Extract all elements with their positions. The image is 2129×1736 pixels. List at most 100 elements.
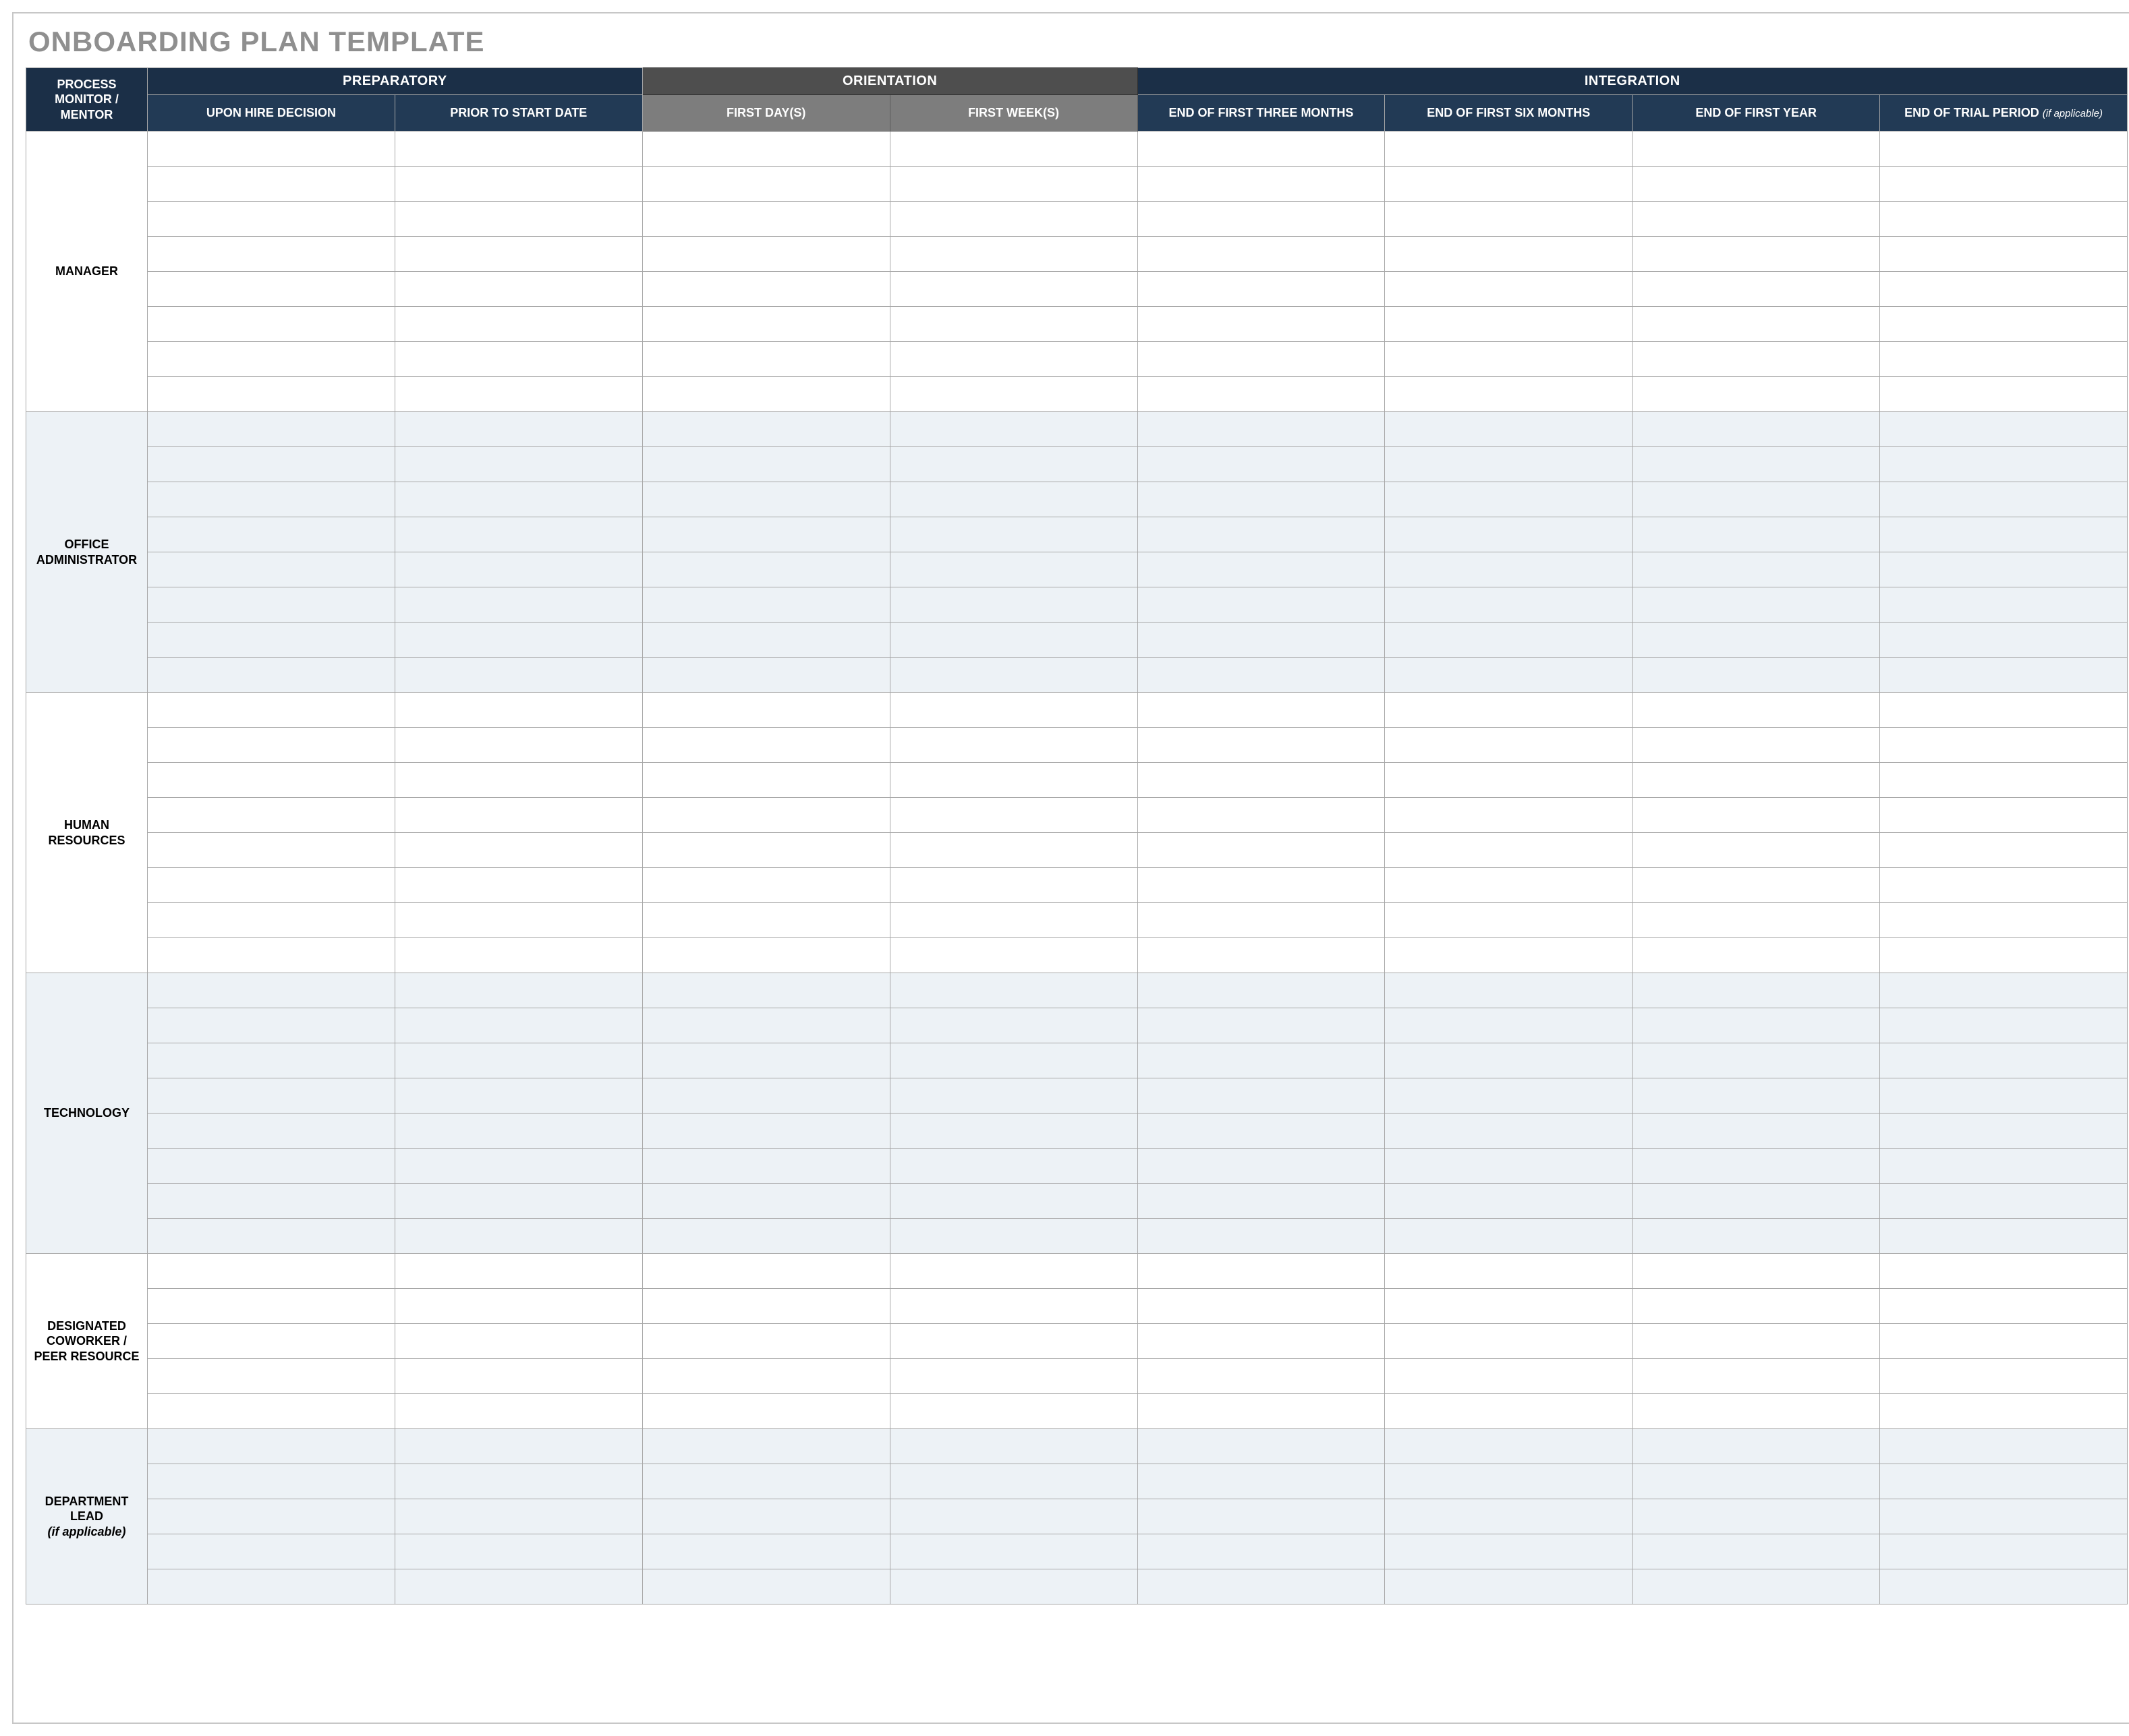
cell-upon_hire[interactable] <box>148 1254 395 1289</box>
cell-first_weeks[interactable] <box>890 447 1137 482</box>
cell-prior_start[interactable] <box>395 1184 642 1219</box>
cell-end_trial[interactable] <box>1880 307 2128 342</box>
cell-end_6m[interactable] <box>1385 1359 1633 1394</box>
cell-upon_hire[interactable] <box>148 1394 395 1429</box>
cell-first_weeks[interactable] <box>890 1219 1137 1254</box>
cell-first_days[interactable] <box>642 868 890 903</box>
cell-upon_hire[interactable] <box>148 1569 395 1604</box>
cell-prior_start[interactable] <box>395 1534 642 1569</box>
cell-end_1y[interactable] <box>1633 307 1880 342</box>
cell-end_6m[interactable] <box>1385 167 1633 202</box>
cell-first_days[interactable] <box>642 798 890 833</box>
cell-end_6m[interactable] <box>1385 377 1633 412</box>
cell-prior_start[interactable] <box>395 728 642 763</box>
cell-end_1y[interactable] <box>1633 1113 1880 1149</box>
cell-first_days[interactable] <box>642 938 890 973</box>
cell-end_3m[interactable] <box>1137 202 1385 237</box>
cell-end_1y[interactable] <box>1633 202 1880 237</box>
cell-first_days[interactable] <box>642 307 890 342</box>
cell-prior_start[interactable] <box>395 342 642 377</box>
cell-end_1y[interactable] <box>1633 1499 1880 1534</box>
cell-end_trial[interactable] <box>1880 868 2128 903</box>
cell-end_trial[interactable] <box>1880 272 2128 307</box>
cell-end_3m[interactable] <box>1137 1534 1385 1569</box>
cell-end_3m[interactable] <box>1137 1464 1385 1499</box>
cell-end_1y[interactable] <box>1633 1149 1880 1184</box>
cell-upon_hire[interactable] <box>148 447 395 482</box>
cell-end_3m[interactable] <box>1137 1149 1385 1184</box>
cell-end_trial[interactable] <box>1880 1359 2128 1394</box>
cell-first_weeks[interactable] <box>890 693 1137 728</box>
cell-end_6m[interactable] <box>1385 482 1633 517</box>
cell-first_days[interactable] <box>642 1184 890 1219</box>
cell-first_days[interactable] <box>642 973 890 1008</box>
cell-end_3m[interactable] <box>1137 1078 1385 1113</box>
cell-end_3m[interactable] <box>1137 1219 1385 1254</box>
cell-end_1y[interactable] <box>1633 1289 1880 1324</box>
cell-first_weeks[interactable] <box>890 377 1137 412</box>
cell-end_3m[interactable] <box>1137 1394 1385 1429</box>
cell-end_1y[interactable] <box>1633 833 1880 868</box>
cell-first_weeks[interactable] <box>890 903 1137 938</box>
cell-first_days[interactable] <box>642 342 890 377</box>
cell-prior_start[interactable] <box>395 377 642 412</box>
cell-first_weeks[interactable] <box>890 587 1137 623</box>
cell-end_6m[interactable] <box>1385 1078 1633 1113</box>
cell-upon_hire[interactable] <box>148 938 395 973</box>
cell-end_trial[interactable] <box>1880 1289 2128 1324</box>
cell-first_weeks[interactable] <box>890 1008 1137 1043</box>
cell-end_1y[interactable] <box>1633 868 1880 903</box>
cell-upon_hire[interactable] <box>148 868 395 903</box>
cell-upon_hire[interactable] <box>148 623 395 658</box>
cell-end_6m[interactable] <box>1385 237 1633 272</box>
cell-first_weeks[interactable] <box>890 658 1137 693</box>
cell-upon_hire[interactable] <box>148 237 395 272</box>
cell-end_trial[interactable] <box>1880 482 2128 517</box>
cell-end_1y[interactable] <box>1633 587 1880 623</box>
cell-prior_start[interactable] <box>395 482 642 517</box>
cell-upon_hire[interactable] <box>148 132 395 167</box>
cell-end_trial[interactable] <box>1880 377 2128 412</box>
cell-end_6m[interactable] <box>1385 1534 1633 1569</box>
cell-end_1y[interactable] <box>1633 237 1880 272</box>
cell-prior_start[interactable] <box>395 1149 642 1184</box>
cell-end_6m[interactable] <box>1385 623 1633 658</box>
cell-end_1y[interactable] <box>1633 377 1880 412</box>
cell-first_days[interactable] <box>642 1289 890 1324</box>
cell-end_3m[interactable] <box>1137 132 1385 167</box>
cell-first_weeks[interactable] <box>890 517 1137 552</box>
cell-end_3m[interactable] <box>1137 623 1385 658</box>
cell-prior_start[interactable] <box>395 798 642 833</box>
cell-upon_hire[interactable] <box>148 482 395 517</box>
cell-first_days[interactable] <box>642 587 890 623</box>
cell-first_weeks[interactable] <box>890 1569 1137 1604</box>
cell-first_days[interactable] <box>642 552 890 587</box>
cell-upon_hire[interactable] <box>148 763 395 798</box>
cell-prior_start[interactable] <box>395 1043 642 1078</box>
cell-end_6m[interactable] <box>1385 938 1633 973</box>
cell-end_trial[interactable] <box>1880 623 2128 658</box>
cell-upon_hire[interactable] <box>148 693 395 728</box>
cell-end_6m[interactable] <box>1385 272 1633 307</box>
cell-first_weeks[interactable] <box>890 798 1137 833</box>
cell-end_6m[interactable] <box>1385 1569 1633 1604</box>
cell-first_weeks[interactable] <box>890 1324 1137 1359</box>
cell-prior_start[interactable] <box>395 1569 642 1604</box>
cell-end_trial[interactable] <box>1880 1008 2128 1043</box>
cell-end_6m[interactable] <box>1385 798 1633 833</box>
cell-first_weeks[interactable] <box>890 1464 1137 1499</box>
cell-first_weeks[interactable] <box>890 167 1137 202</box>
cell-end_3m[interactable] <box>1137 1184 1385 1219</box>
cell-prior_start[interactable] <box>395 1254 642 1289</box>
cell-upon_hire[interactable] <box>148 1043 395 1078</box>
cell-first_weeks[interactable] <box>890 763 1137 798</box>
cell-end_1y[interactable] <box>1633 1219 1880 1254</box>
cell-end_3m[interactable] <box>1137 167 1385 202</box>
cell-end_3m[interactable] <box>1137 1569 1385 1604</box>
cell-prior_start[interactable] <box>395 973 642 1008</box>
cell-end_trial[interactable] <box>1880 1078 2128 1113</box>
cell-first_days[interactable] <box>642 1254 890 1289</box>
cell-first_days[interactable] <box>642 1113 890 1149</box>
cell-end_3m[interactable] <box>1137 1289 1385 1324</box>
cell-first_days[interactable] <box>642 272 890 307</box>
